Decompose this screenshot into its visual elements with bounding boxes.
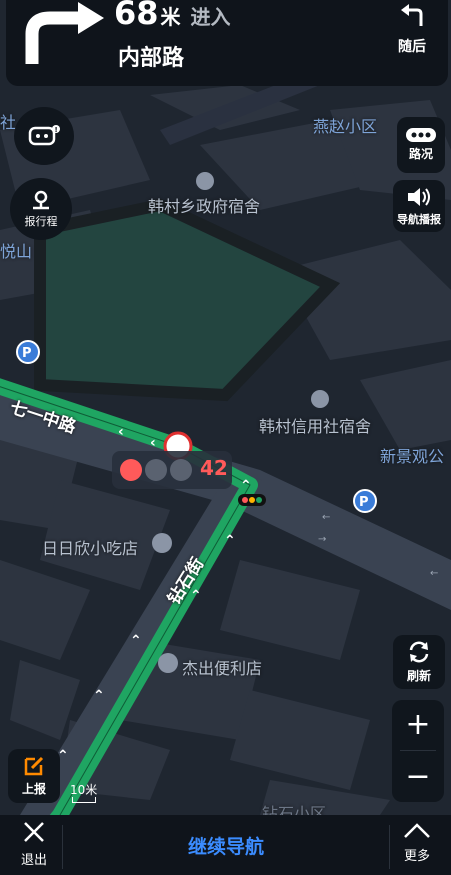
map-label: 日日欣小吃店 [42, 539, 139, 558]
map-label: 悦山 [0, 242, 33, 261]
continue-navigation-button[interactable]: 继续导航 [62, 825, 390, 869]
edit-icon [24, 756, 44, 776]
report-button[interactable]: 上报 [8, 749, 60, 803]
exit-label: 退出 [20, 853, 47, 868]
map-label: 杰出便利店 [182, 659, 263, 678]
restaurant-poi-icon [152, 533, 172, 553]
exit-button[interactable]: 退出 [8, 821, 60, 873]
traffic-light-widget: 42 [112, 451, 232, 489]
zoom-in-button[interactable]: + [392, 700, 444, 750]
location-pin-icon [33, 190, 49, 210]
bottom-bar: 退出 继续导航 更多 [0, 815, 451, 875]
building-poi-icon [196, 172, 214, 190]
yellow-light [145, 459, 167, 481]
report-trip-button[interactable]: 报行程 [10, 178, 72, 240]
speaker-icon [408, 187, 430, 206]
svg-text:P: P [22, 346, 32, 361]
svg-text:!: ! [55, 126, 58, 134]
distance-row: 68 米进入 [114, 0, 231, 32]
svg-text:P: P [359, 495, 369, 510]
red-light [120, 459, 142, 481]
parking-icon: P [16, 340, 40, 364]
turn-left-icon [401, 4, 423, 26]
parking-icon: P [353, 489, 377, 513]
voice-broadcast-button[interactable]: 导航播报 [393, 180, 445, 232]
traffic-label: 路况 [408, 147, 433, 161]
zoom-out-button[interactable]: − [392, 752, 444, 802]
navigation-banner: 68 米进入 内部路 随后 [6, 0, 448, 86]
store-poi-icon [158, 653, 178, 673]
traffic-icon [406, 128, 436, 142]
more-label: 更多 [403, 849, 430, 864]
svg-text:←: ← [430, 568, 438, 579]
turn-right-icon [25, 2, 104, 64]
svg-text:⌃: ⌃ [224, 533, 236, 549]
refresh-label: 刷新 [406, 669, 431, 683]
action-text: 进入 [190, 5, 231, 29]
map-label: 韩村乡政府宿舍 [148, 197, 261, 216]
svg-text:⌃: ⌃ [93, 688, 105, 704]
robot-icon: ! [28, 125, 60, 146]
close-icon [24, 822, 44, 842]
report-trip-label: 报行程 [24, 215, 58, 228]
traffic-button[interactable]: 路况 [397, 117, 445, 173]
svg-text:‹: ‹ [150, 435, 156, 451]
map-label: 新景观公 [380, 447, 445, 466]
map-label: 燕赵小区 [313, 117, 378, 136]
building-poi-icon [311, 390, 329, 408]
next-turn-label: 随后 [398, 39, 426, 55]
svg-text:→: → [318, 534, 326, 545]
green-light [170, 459, 192, 481]
road-name: 内部路 [118, 46, 185, 71]
distance-value: 68 [114, 0, 159, 32]
countdown: 42 [200, 456, 228, 480]
scale-bar [72, 797, 96, 803]
map-label: 韩村信用社宿舍 [259, 417, 372, 436]
report-label: 上报 [21, 782, 46, 796]
refresh-icon [409, 641, 429, 663]
next-turn: 随后 [388, 4, 436, 64]
voice-label: 导航播报 [397, 212, 441, 226]
svg-text:⌃: ⌃ [130, 633, 142, 649]
assistant-button[interactable]: ! [14, 107, 74, 165]
scale-label: 10米 [70, 783, 98, 797]
distance-unit: 米 [160, 5, 181, 29]
svg-text:←: ← [322, 512, 330, 523]
more-button[interactable]: 更多 [391, 821, 443, 873]
svg-text:⌃: ⌃ [240, 478, 252, 494]
refresh-button[interactable]: 刷新 [393, 635, 445, 689]
svg-text:‹: ‹ [118, 424, 124, 440]
chevron-up-icon [404, 823, 430, 838]
zoom-control: + − [392, 700, 444, 802]
